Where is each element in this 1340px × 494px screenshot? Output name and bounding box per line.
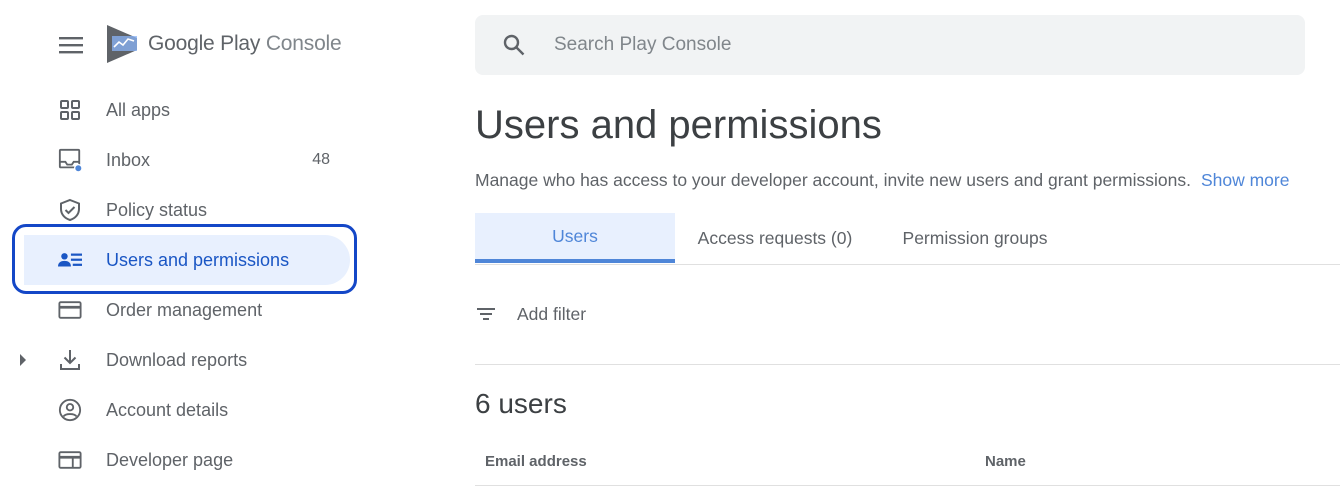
account-circle-icon xyxy=(58,398,82,422)
users-count-heading: 6 users xyxy=(475,388,567,419)
sidebar-item-label: Account details xyxy=(106,399,229,420)
column-header-name[interactable]: Name xyxy=(985,453,1026,470)
web-page-icon xyxy=(58,448,82,472)
filter-icon xyxy=(477,308,495,320)
download-icon xyxy=(58,348,82,372)
users-list-icon xyxy=(58,248,82,272)
sidebar-item-label: Order management xyxy=(106,299,263,320)
expand-arrow-icon[interactable] xyxy=(16,353,30,367)
sidebar-item-developer-page[interactable]: Developer page xyxy=(24,435,350,485)
tab-bar: Users Access requests (0) Permission gro… xyxy=(475,213,1340,265)
description-text: Manage who has access to your developer … xyxy=(475,170,1191,190)
apps-grid-icon xyxy=(58,98,82,122)
sidebar-item-users-and-permissions[interactable]: Users and permissions xyxy=(24,235,350,285)
sidebar-item-label: Inbox xyxy=(106,149,151,170)
section-divider xyxy=(475,364,1340,365)
credit-card-icon xyxy=(58,298,82,322)
tab-access-requests[interactable]: Access requests (0) xyxy=(675,213,875,263)
sidebar-item-inbox[interactable]: Inbox 48 xyxy=(24,135,350,185)
shield-check-icon xyxy=(58,198,82,222)
tab-permission-groups[interactable]: Permission groups xyxy=(880,213,1070,263)
column-header-email[interactable]: Email address xyxy=(485,453,587,470)
hamburger-menu-icon xyxy=(59,37,83,54)
sidebar-item-label: Developer page xyxy=(106,449,234,470)
search-input[interactable] xyxy=(552,33,1256,57)
sidebar-item-label: Policy status xyxy=(106,199,208,220)
sidebar-item-label: Download reports xyxy=(106,349,248,370)
show-more-link[interactable]: Show more xyxy=(1201,170,1290,190)
play-console-logo-icon xyxy=(107,25,137,63)
inbox-count-badge: 48 xyxy=(312,151,330,168)
sidebar-item-account-details[interactable]: Account details xyxy=(24,385,350,435)
sidebar-item-policy-status[interactable]: Policy status xyxy=(24,185,350,235)
logo-text: Google Play Console xyxy=(148,32,342,55)
table-header-divider xyxy=(475,485,1340,486)
page-title: Users and permissions xyxy=(475,103,882,147)
sidebar-item-label: All apps xyxy=(106,99,171,120)
sidebar-item-all-apps[interactable]: All apps xyxy=(24,85,350,135)
add-filter-label: Add filter xyxy=(517,303,587,324)
main-menu-button[interactable] xyxy=(57,33,85,57)
add-filter-button[interactable]: Add filter xyxy=(475,300,586,328)
play-console-logo[interactable]: Google Play Console xyxy=(104,24,342,64)
search-bar[interactable] xyxy=(475,15,1305,75)
search-icon xyxy=(502,33,526,57)
sidebar-item-download-reports[interactable]: Download reports xyxy=(20,335,350,385)
sidebar-item-label: Users and permissions xyxy=(106,249,290,270)
sidebar-item-order-management[interactable]: Order management xyxy=(24,285,350,335)
tab-users[interactable]: Users xyxy=(475,213,675,263)
inbox-icon xyxy=(58,148,82,173)
page-description: Manage who has access to your developer … xyxy=(475,170,1289,191)
